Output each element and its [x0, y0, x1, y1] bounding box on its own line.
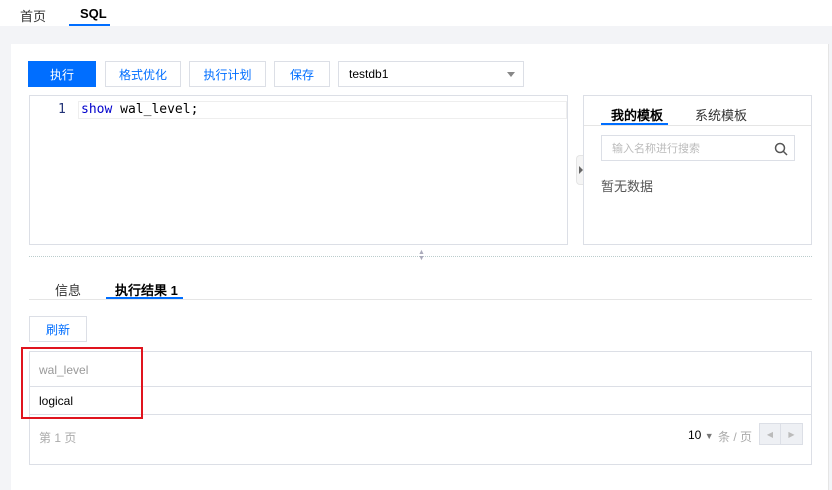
prev-page-icon[interactable]: ◀: [759, 423, 781, 445]
tab-system-templates[interactable]: 系统模板: [695, 105, 747, 124]
refresh-button[interactable]: 刷新: [29, 316, 87, 342]
sql-text: wal_level;: [112, 102, 199, 117]
chevron-down-icon: [507, 72, 515, 77]
per-page-label: 条 / 页: [718, 430, 753, 444]
page-size-value: 10: [688, 428, 702, 442]
tab-sql[interactable]: SQL: [80, 6, 107, 21]
explain-plan-button[interactable]: 执行计划: [189, 61, 266, 87]
tab-underline: [69, 24, 110, 26]
empty-state: 暂无数据: [601, 179, 654, 194]
divider: [584, 125, 811, 126]
resize-handle-icon[interactable]: ▲ ▼: [418, 249, 425, 262]
highlight-box: [21, 347, 143, 419]
divider: [30, 386, 811, 387]
result-tab-underline: [106, 297, 183, 299]
divider: [29, 299, 812, 300]
database-select[interactable]: testdb1: [338, 61, 524, 87]
result-table: [29, 351, 812, 465]
chevron-down-icon: ▼: [704, 431, 714, 441]
save-button[interactable]: 保存: [274, 61, 330, 87]
search-placeholder: 输入名称进行搜索: [612, 143, 700, 155]
format-button[interactable]: 格式优化: [105, 61, 181, 87]
search-icon[interactable]: [774, 142, 788, 156]
template-search-input[interactable]: 输入名称进行搜索: [601, 135, 795, 161]
tab-my-templates[interactable]: 我的模板: [611, 105, 663, 124]
tab-info[interactable]: 信息: [55, 280, 81, 299]
divider: [30, 414, 811, 415]
line-number: 1: [58, 102, 66, 117]
code-line[interactable]: show wal_level;: [81, 102, 198, 117]
next-page-icon[interactable]: ▶: [781, 423, 803, 445]
top-bar: [0, 0, 832, 26]
tab-home[interactable]: 首页: [20, 6, 46, 25]
database-value: testdb1: [349, 67, 389, 81]
sql-keyword: show: [81, 102, 113, 117]
page-size-select[interactable]: 10 ▼: [688, 428, 714, 442]
run-button[interactable]: 执行: [28, 61, 96, 87]
page-indicator: 第 1 页: [39, 431, 77, 445]
